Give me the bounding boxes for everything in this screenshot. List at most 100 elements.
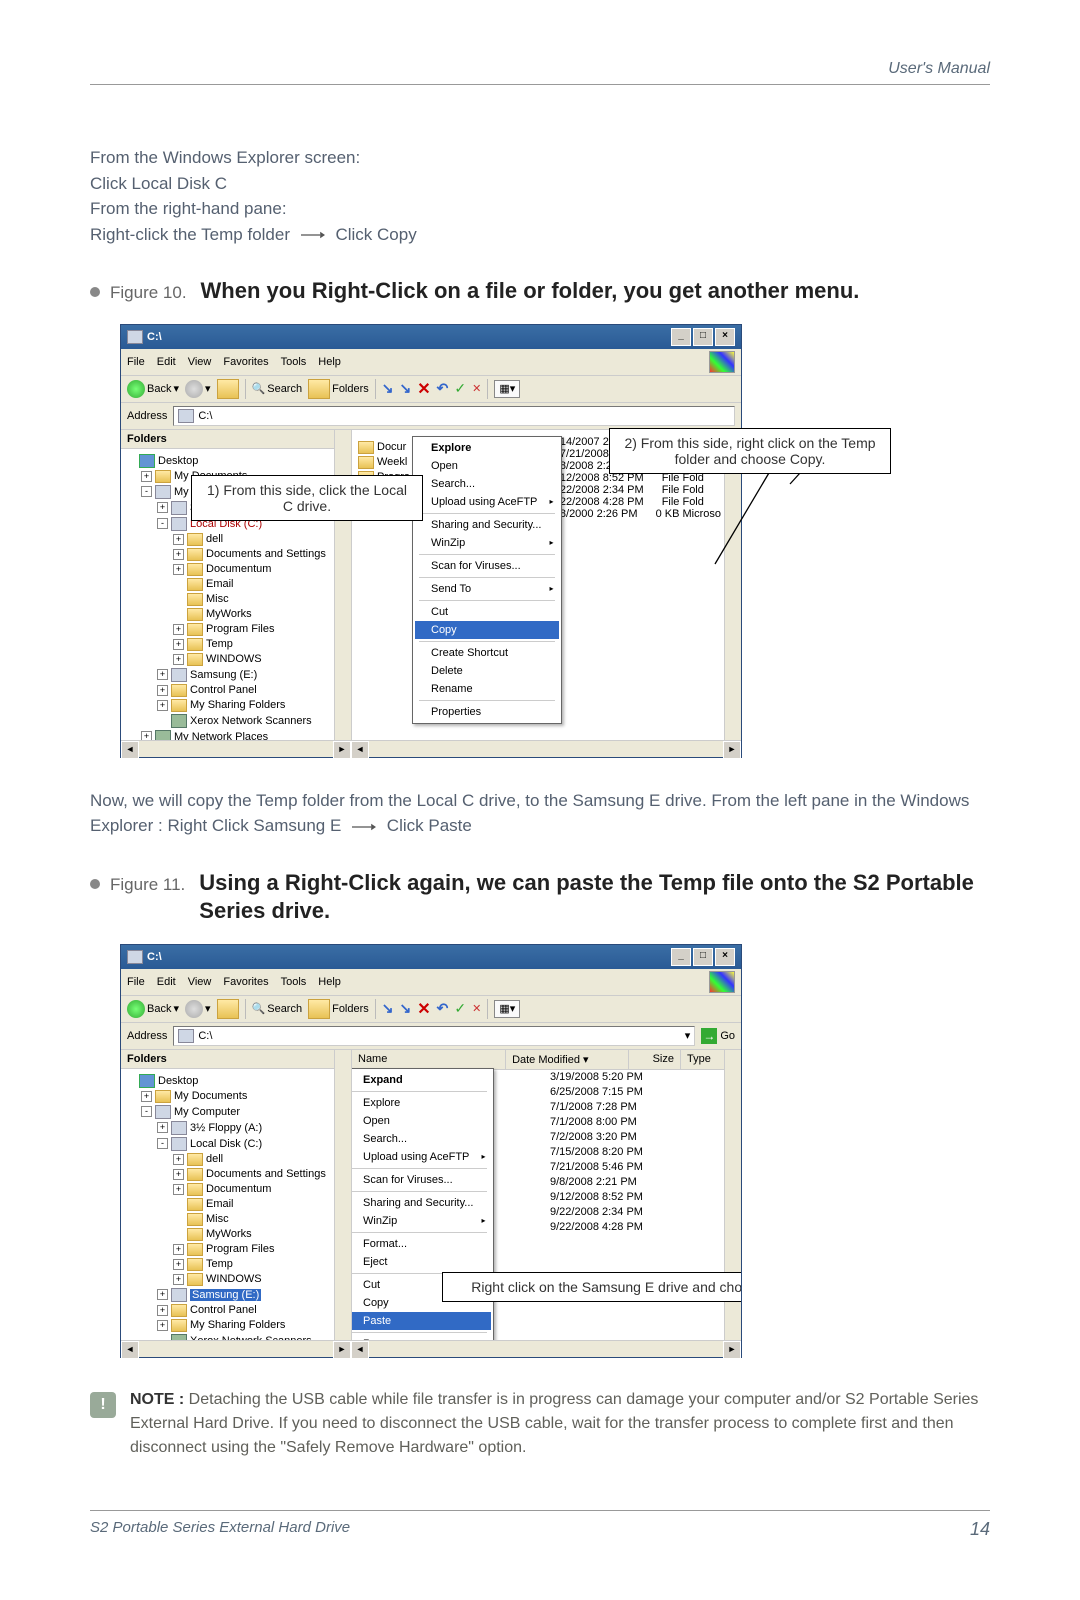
- folders-button[interactable]: Folders: [308, 379, 369, 399]
- undo-icon[interactable]: ↶: [437, 1000, 449, 1017]
- views-button[interactable]: ▦▾: [494, 380, 520, 398]
- ctx-sharing[interactable]: Sharing and Security...: [415, 516, 559, 534]
- menu-help[interactable]: Help: [318, 356, 341, 368]
- tree-item[interactable]: Email: [123, 1197, 349, 1212]
- menu-tools[interactable]: Tools: [281, 356, 307, 368]
- tree-item[interactable]: Xerox Network Scanners: [123, 713, 349, 729]
- close-button[interactable]: ×: [715, 948, 735, 966]
- ctx-explore[interactable]: Explore: [352, 1094, 491, 1112]
- cancel-icon[interactable]: ✕: [472, 1002, 481, 1015]
- menu-edit[interactable]: Edit: [157, 356, 176, 368]
- ctx-scan[interactable]: Scan for Viruses...: [352, 1171, 491, 1189]
- undo-icon[interactable]: ↶: [437, 380, 449, 397]
- tree-item[interactable]: Desktop: [123, 453, 349, 469]
- tree-item[interactable]: -Local Disk (C:): [123, 1136, 349, 1152]
- tree-item[interactable]: +Temp: [123, 1257, 349, 1272]
- search-button[interactable]: 🔍Search: [252, 1002, 303, 1015]
- ctx-cut[interactable]: Cut: [415, 603, 559, 621]
- tree-item[interactable]: +dell: [123, 532, 349, 547]
- cancel-icon[interactable]: ✕: [472, 382, 481, 395]
- tree-item[interactable]: +Program Files: [123, 622, 349, 637]
- tree-item[interactable]: +dell: [123, 1152, 349, 1167]
- tree-item[interactable]: +Documentum: [123, 562, 349, 577]
- folders-button[interactable]: Folders: [308, 999, 369, 1019]
- ctx-search[interactable]: Search...: [352, 1130, 491, 1148]
- tree-item[interactable]: +Samsung (E:): [123, 1287, 349, 1303]
- tree-item[interactable]: +WINDOWS: [123, 1272, 349, 1287]
- list-item[interactable]: Weekl: [358, 455, 410, 470]
- up-button[interactable]: [217, 379, 239, 399]
- maximize-button[interactable]: □: [693, 948, 713, 966]
- ctx-explore[interactable]: Explore: [415, 439, 559, 457]
- scrollbar[interactable]: [724, 430, 741, 740]
- ctx-paste[interactable]: Paste: [352, 1312, 491, 1330]
- tree-item[interactable]: Misc: [123, 1212, 349, 1227]
- tree-item[interactable]: +Documents and Settings: [123, 547, 349, 562]
- go-button[interactable]: →Go: [701, 1028, 735, 1044]
- delete-icon[interactable]: ✕: [417, 379, 430, 399]
- ctx-shortcut[interactable]: Create Shortcut: [415, 644, 559, 662]
- moveto-icon[interactable]: ↘: [382, 1000, 394, 1017]
- forward-button[interactable]: ▾: [185, 380, 211, 398]
- ctx-aceftp[interactable]: Upload using AceFTP▸: [415, 493, 559, 511]
- tree-item[interactable]: Xerox Network Scanners: [123, 1333, 349, 1340]
- tree-item[interactable]: +Documentum: [123, 1182, 349, 1197]
- ctx-eject[interactable]: Eject: [352, 1253, 491, 1271]
- address-input[interactable]: C:\ ▾: [173, 1026, 695, 1046]
- menu-tools[interactable]: Tools: [281, 976, 307, 988]
- ctx-format[interactable]: Format...: [352, 1235, 491, 1253]
- ctx-sharing[interactable]: Sharing and Security...: [352, 1194, 491, 1212]
- delete-icon[interactable]: ✕: [417, 999, 430, 1019]
- check-icon[interactable]: ✓: [454, 380, 466, 397]
- ctx-scan[interactable]: Scan for Viruses...: [415, 557, 559, 575]
- menu-view[interactable]: View: [188, 976, 212, 988]
- ctx-search[interactable]: Search...: [415, 475, 559, 493]
- tree-item[interactable]: MyWorks: [123, 607, 349, 622]
- ctx-expand[interactable]: Expand: [352, 1071, 491, 1089]
- col-size[interactable]: Size: [629, 1050, 681, 1069]
- menu-file[interactable]: File: [127, 976, 145, 988]
- address-input[interactable]: C:\: [173, 406, 735, 426]
- col-date[interactable]: Date Modified ▾: [506, 1050, 629, 1069]
- tree-item[interactable]: +My Sharing Folders: [123, 1318, 349, 1333]
- tree-item[interactable]: +Control Panel: [123, 683, 349, 698]
- minimize-button[interactable]: _: [671, 328, 691, 346]
- ctx-aceftp[interactable]: Upload using AceFTP▸: [352, 1148, 491, 1166]
- ctx-winzip[interactable]: WinZip▸: [415, 534, 559, 552]
- hscrollbar[interactable]: ◄►: [121, 1340, 351, 1357]
- ctx-copy[interactable]: Copy: [415, 621, 559, 639]
- menu-help[interactable]: Help: [318, 976, 341, 988]
- ctx-rename[interactable]: Rename: [415, 680, 559, 698]
- tree-item[interactable]: +My Documents: [123, 1089, 349, 1104]
- tree-item[interactable]: +Samsung (E:): [123, 667, 349, 683]
- menu-edit[interactable]: Edit: [157, 976, 176, 988]
- copyto-icon[interactable]: ↘: [400, 1000, 412, 1017]
- tree-item[interactable]: +Temp: [123, 637, 349, 652]
- menu-file[interactable]: File: [127, 356, 145, 368]
- menu-favorites[interactable]: Favorites: [223, 356, 268, 368]
- tree-item[interactable]: -My Computer: [123, 1104, 349, 1120]
- ctx-open[interactable]: Open: [415, 457, 559, 475]
- tree-item[interactable]: +3½ Floppy (A:): [123, 1120, 349, 1136]
- back-button[interactable]: Back ▾: [127, 1000, 179, 1018]
- menu-favorites[interactable]: Favorites: [223, 976, 268, 988]
- menu-view[interactable]: View: [188, 356, 212, 368]
- tree-item[interactable]: +WINDOWS: [123, 652, 349, 667]
- tree-item[interactable]: Misc: [123, 592, 349, 607]
- maximize-button[interactable]: □: [693, 328, 713, 346]
- list-item[interactable]: Docur: [358, 440, 410, 455]
- scrollbar[interactable]: [334, 1050, 351, 1340]
- check-icon[interactable]: ✓: [454, 1000, 466, 1017]
- ctx-rename[interactable]: Rename: [352, 1335, 491, 1340]
- hscrollbar[interactable]: ◄►: [351, 1340, 741, 1357]
- ctx-open[interactable]: Open: [352, 1112, 491, 1130]
- tree-item[interactable]: +Control Panel: [123, 1303, 349, 1318]
- moveto-icon[interactable]: ↘: [382, 380, 394, 397]
- search-button[interactable]: 🔍Search: [252, 382, 303, 395]
- hscrollbar[interactable]: ◄►: [351, 740, 741, 757]
- ctx-winzip[interactable]: WinZip▸: [352, 1212, 491, 1230]
- tree-item[interactable]: MyWorks: [123, 1227, 349, 1242]
- tree-item[interactable]: Desktop: [123, 1073, 349, 1089]
- forward-button[interactable]: ▾: [185, 1000, 211, 1018]
- tree-item[interactable]: +My Sharing Folders: [123, 698, 349, 713]
